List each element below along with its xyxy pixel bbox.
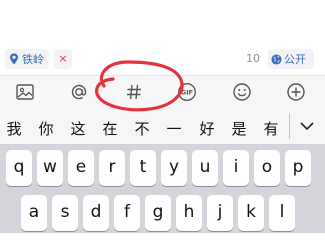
key-f[interactable]: f	[114, 195, 140, 231]
candidate-bar: 我 你 这 在 不 一 好 是 有	[0, 107, 325, 145]
character-count: 10	[246, 52, 260, 65]
remove-location-button[interactable]: ×	[54, 49, 72, 69]
key-p[interactable]: p	[285, 150, 311, 186]
globe-icon	[271, 53, 282, 65]
hashtag-icon	[127, 84, 141, 100]
key-g[interactable]: g	[145, 195, 171, 231]
candidate-word[interactable]: 在	[100, 118, 120, 139]
candidate-word[interactable]: 你	[36, 118, 56, 139]
key-t[interactable]: t	[130, 150, 156, 186]
at-icon	[71, 84, 87, 100]
visibility-selector[interactable]: 公开	[268, 49, 314, 69]
chevron-down-icon[interactable]	[298, 117, 316, 135]
post-options-bar: 铁岭 × 10 公开	[0, 46, 325, 72]
hashtag-button[interactable]	[123, 82, 145, 102]
candidate-word[interactable]: 是	[229, 118, 249, 139]
key-y[interactable]: y	[161, 150, 187, 186]
candidate-word[interactable]: 有	[261, 118, 281, 139]
candidate-word[interactable]: 这	[68, 118, 88, 139]
add-icon	[287, 83, 305, 101]
candidate-word[interactable]: 不	[132, 118, 152, 139]
key-d[interactable]: d	[83, 195, 109, 231]
candidate-word[interactable]: 好	[197, 118, 217, 139]
key-h[interactable]: h	[176, 195, 202, 231]
key-k[interactable]: k	[238, 195, 264, 231]
gif-icon: GIF	[178, 83, 196, 101]
location-pin-icon	[10, 53, 18, 65]
key-i[interactable]: i	[223, 150, 249, 186]
svg-text:GIF: GIF	[181, 89, 193, 97]
keyboard: 我 你 这 在 不 一 好 是 有 q w e r t y u i o p a …	[0, 107, 325, 233]
mention-button[interactable]	[68, 82, 90, 102]
visibility-label: 公开	[284, 53, 306, 66]
key-o[interactable]: o	[254, 150, 280, 186]
location-chip[interactable]: 铁岭	[5, 49, 49, 69]
key-a[interactable]: a	[21, 195, 47, 231]
key-u[interactable]: u	[192, 150, 218, 186]
compose-screen: 铁岭 × 10 公开 GIF 我 你 这 在 不 一 好 是 有 q w e r…	[0, 0, 325, 233]
compose-toolbar: GIF	[0, 75, 325, 107]
insert-image-button[interactable]	[14, 82, 36, 102]
candidate-divider	[289, 113, 290, 139]
location-label: 铁岭	[22, 53, 44, 66]
key-e[interactable]: e	[68, 150, 94, 186]
key-j[interactable]: j	[207, 195, 233, 231]
candidate-word[interactable]: 一	[164, 118, 184, 139]
add-more-button[interactable]	[285, 82, 307, 102]
key-s[interactable]: s	[52, 195, 78, 231]
candidate-word[interactable]: 我	[4, 118, 24, 139]
image-icon	[16, 84, 34, 100]
key-w[interactable]: w	[37, 150, 63, 186]
emoji-icon	[233, 83, 251, 101]
key-q[interactable]: q	[6, 150, 32, 186]
gif-button[interactable]: GIF	[176, 82, 198, 102]
emoji-button[interactable]	[231, 82, 253, 102]
key-r[interactable]: r	[99, 150, 125, 186]
key-l[interactable]: l	[269, 195, 295, 231]
